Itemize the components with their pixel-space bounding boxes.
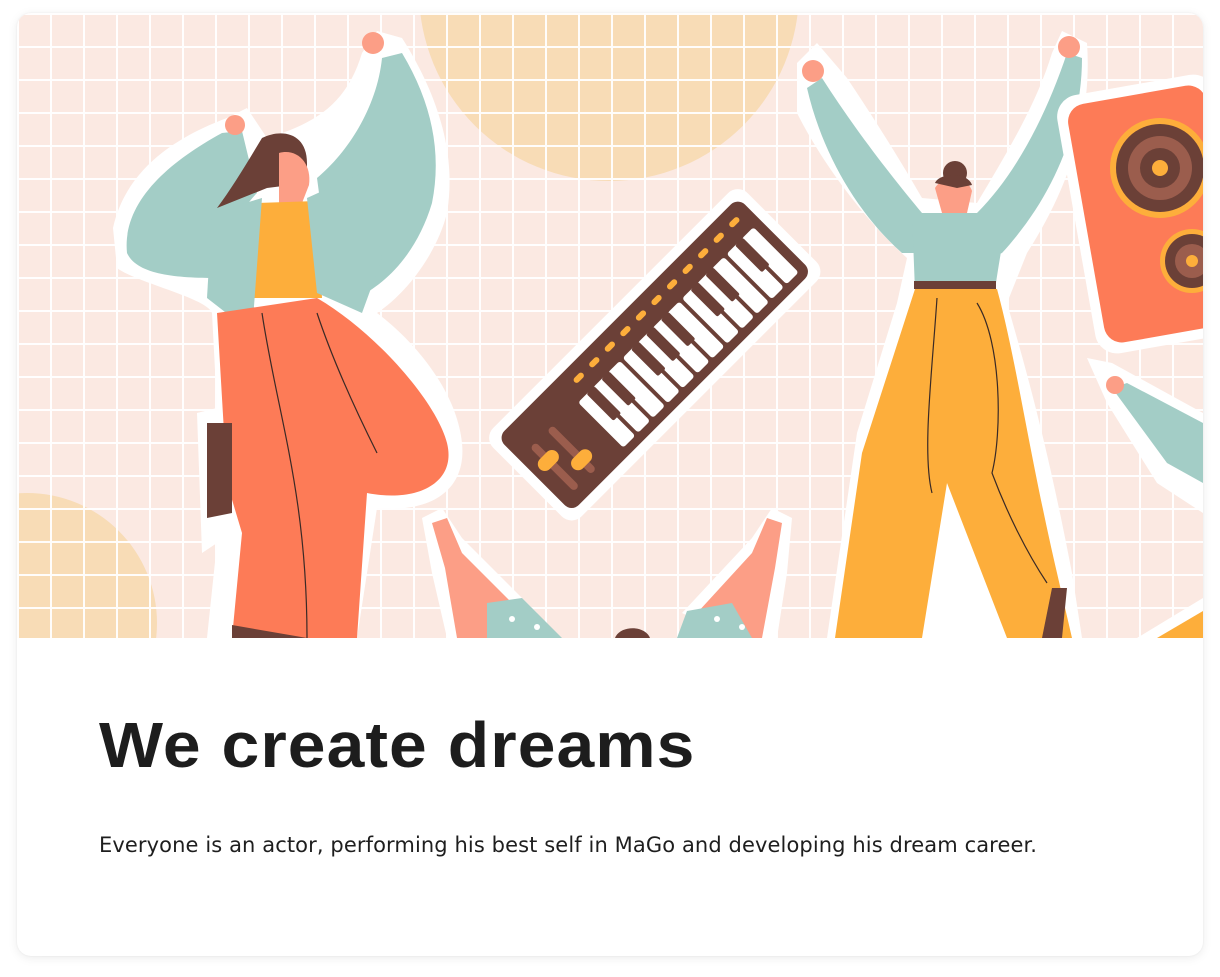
card-content: We create dreams Everyone is an actor, p…: [99, 703, 1163, 859]
card-title: We create dreams: [99, 709, 696, 781]
card-description: Everyone is an actor, performing his bes…: [99, 833, 1038, 857]
feature-card: We create dreams Everyone is an actor, p…: [17, 13, 1203, 956]
hero-illustration: [17, 13, 1203, 638]
